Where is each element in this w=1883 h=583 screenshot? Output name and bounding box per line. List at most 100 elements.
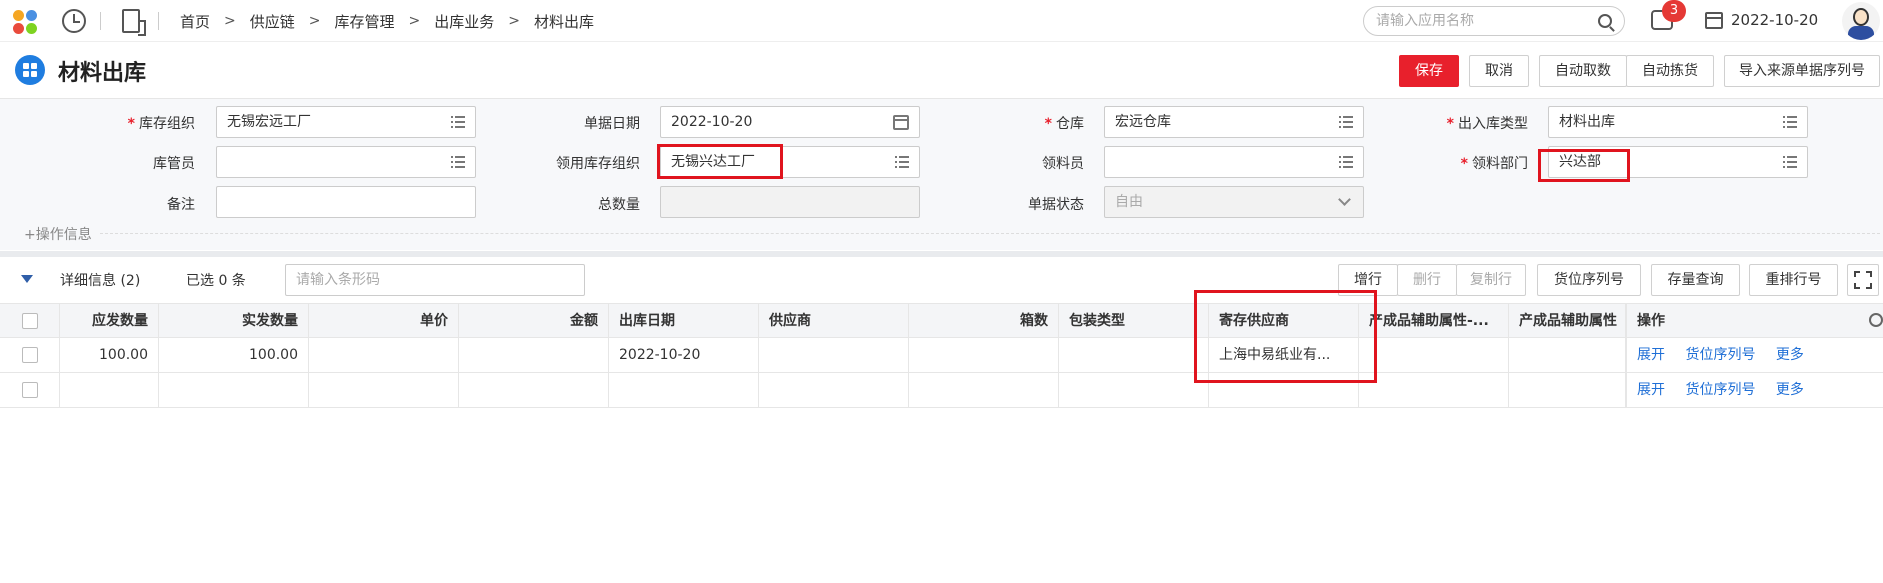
gear-icon[interactable] xyxy=(1869,313,1883,327)
cell-attr2[interactable] xyxy=(1509,373,1626,407)
breadcrumb-supply-chain[interactable]: 供应链 xyxy=(250,11,295,32)
list-icon[interactable] xyxy=(1339,116,1353,128)
list-icon[interactable] xyxy=(1783,156,1797,168)
add-row-button[interactable]: 增行 xyxy=(1338,264,1398,296)
cell-out-date[interactable] xyxy=(609,373,759,407)
divider xyxy=(100,12,101,30)
cell-amount[interactable] xyxy=(459,338,609,372)
cell-actual-qty[interactable] xyxy=(159,373,309,407)
history-icon[interactable] xyxy=(62,9,86,33)
col-actions: 操作 xyxy=(1626,304,1883,338)
calendar-icon[interactable] xyxy=(1705,12,1723,29)
cell-should-qty[interactable] xyxy=(60,373,159,407)
list-icon[interactable] xyxy=(1783,116,1797,128)
delete-row-button[interactable]: 删行 xyxy=(1397,264,1457,296)
io-type-field[interactable]: 材料出库 xyxy=(1548,106,1808,138)
col-consign-supplier[interactable]: 寄存供应商 xyxy=(1209,304,1359,338)
stock-org-field[interactable]: 无锡宏远工厂 xyxy=(216,106,476,138)
selected-count: 已选 0 条 xyxy=(186,273,246,289)
copy-row-button[interactable]: 复制行 xyxy=(1456,264,1526,296)
app-search xyxy=(1363,6,1625,36)
use-org-field[interactable]: 无锡兴达工厂 xyxy=(660,146,920,178)
col-boxes[interactable]: 箱数 xyxy=(909,304,1059,338)
breadcrumb-material-out: 材料出库 xyxy=(534,12,595,31)
row-checkbox[interactable] xyxy=(22,347,38,363)
barcode-input[interactable] xyxy=(285,264,585,296)
cell-consign-supplier[interactable] xyxy=(1209,373,1359,407)
table-row[interactable]: 100.00 100.00 2022-10-20 上海中易纸业有... 展开 货… xyxy=(0,338,1883,373)
dept-field[interactable]: 兴达部 xyxy=(1548,146,1808,178)
location-serial-button[interactable]: 货位序列号 xyxy=(1537,264,1641,296)
row-checkbox[interactable] xyxy=(22,382,38,398)
more-link[interactable]: 更多 xyxy=(1776,382,1804,398)
col-actual-qty[interactable]: 实发数量 xyxy=(159,304,309,338)
warehouse-field[interactable]: 宏远仓库 xyxy=(1104,106,1364,138)
business-date[interactable]: 2022-10-20 xyxy=(1731,11,1818,29)
col-price[interactable]: 单价 xyxy=(309,304,459,338)
page-title: 材料出库 xyxy=(58,61,147,86)
auto-fetch-button[interactable]: 自动取数 xyxy=(1539,55,1627,87)
cell-amount[interactable] xyxy=(459,373,609,407)
fullscreen-icon[interactable] xyxy=(1847,264,1879,296)
cell-attr1[interactable] xyxy=(1359,338,1509,372)
table-header: 应发数量 实发数量 单价 金额 出库日期 供应商 箱数 包装类型 寄存供应商 产… xyxy=(0,303,1883,338)
breadcrumb-home[interactable]: 首页 xyxy=(180,11,210,32)
list-icon[interactable] xyxy=(451,116,465,128)
cell-supplier[interactable] xyxy=(759,373,909,407)
expand-link[interactable]: 展开 xyxy=(1637,347,1665,363)
cell-attr2[interactable] xyxy=(1509,338,1626,372)
list-icon[interactable] xyxy=(451,156,465,168)
expand-link[interactable]: 展开 xyxy=(1637,382,1665,398)
select-all-cell xyxy=(0,304,60,338)
document-icon[interactable] xyxy=(122,9,146,36)
reorder-rows-button[interactable]: 重排行号 xyxy=(1749,264,1838,296)
cell-boxes[interactable] xyxy=(909,373,1059,407)
operation-info-toggle[interactable]: +操作信息 xyxy=(24,224,92,244)
cell-consign-supplier[interactable]: 上海中易纸业有... xyxy=(1209,338,1359,372)
doc-date-field[interactable]: 2022-10-20 xyxy=(660,106,920,138)
cancel-button[interactable]: 取消 xyxy=(1469,55,1529,87)
stock-query-button[interactable]: 存量查询 xyxy=(1651,264,1740,296)
avatar[interactable] xyxy=(1842,2,1880,40)
cell-supplier[interactable] xyxy=(759,338,909,372)
cell-boxes[interactable] xyxy=(909,338,1059,372)
location-serial-link[interactable]: 货位序列号 xyxy=(1685,347,1755,363)
keeper-field[interactable] xyxy=(216,146,476,178)
cell-price[interactable] xyxy=(309,373,459,407)
cell-attr1[interactable] xyxy=(1359,373,1509,407)
receiver-field[interactable] xyxy=(1104,146,1364,178)
warehouse-label: * 仓库 xyxy=(1044,116,1084,132)
save-button[interactable]: 保存 xyxy=(1399,55,1459,87)
col-supplier[interactable]: 供应商 xyxy=(759,304,909,338)
cell-pack-type[interactable] xyxy=(1059,373,1209,407)
cell-out-date[interactable]: 2022-10-20 xyxy=(609,338,759,372)
app-search-input[interactable] xyxy=(1376,12,1586,30)
cell-should-qty[interactable]: 100.00 xyxy=(60,338,159,372)
detail-table: 应发数量 实发数量 单价 金额 出库日期 供应商 箱数 包装类型 寄存供应商 产… xyxy=(0,290,1883,583)
location-serial-link[interactable]: 货位序列号 xyxy=(1685,382,1755,398)
cell-price[interactable] xyxy=(309,338,459,372)
remark-field[interactable] xyxy=(216,186,476,218)
col-pack-type[interactable]: 包装类型 xyxy=(1059,304,1209,338)
select-all-checkbox[interactable] xyxy=(22,313,38,329)
col-attr2[interactable]: 产成品辅助属性 xyxy=(1509,304,1626,338)
collapse-icon[interactable] xyxy=(21,275,33,283)
calendar-icon[interactable] xyxy=(893,115,909,130)
list-icon[interactable] xyxy=(1339,156,1353,168)
table-row[interactable]: 展开 货位序列号 更多 xyxy=(0,373,1883,408)
cell-actual-qty[interactable]: 100.00 xyxy=(159,338,309,372)
list-icon[interactable] xyxy=(895,156,909,168)
top-navbar: 首页 > 供应链 > 库存管理 > 出库业务 > 材料出库 3 2022-10-… xyxy=(0,0,1883,42)
col-should-qty[interactable]: 应发数量 xyxy=(60,304,159,338)
col-out-date[interactable]: 出库日期 xyxy=(609,304,759,338)
breadcrumb-inventory[interactable]: 库存管理 xyxy=(335,11,395,32)
col-amount[interactable]: 金额 xyxy=(459,304,609,338)
auto-pick-button[interactable]: 自动拣货 xyxy=(1626,55,1714,87)
search-icon[interactable] xyxy=(1598,14,1612,28)
cell-pack-type[interactable] xyxy=(1059,338,1209,372)
app-logo[interactable] xyxy=(11,8,39,36)
col-attr1[interactable]: 产成品辅助属性-... xyxy=(1359,304,1509,338)
breadcrumb-outbound[interactable]: 出库业务 xyxy=(434,11,494,32)
more-link[interactable]: 更多 xyxy=(1776,347,1804,363)
import-serial-button[interactable]: 导入来源单据序列号 xyxy=(1724,55,1880,87)
